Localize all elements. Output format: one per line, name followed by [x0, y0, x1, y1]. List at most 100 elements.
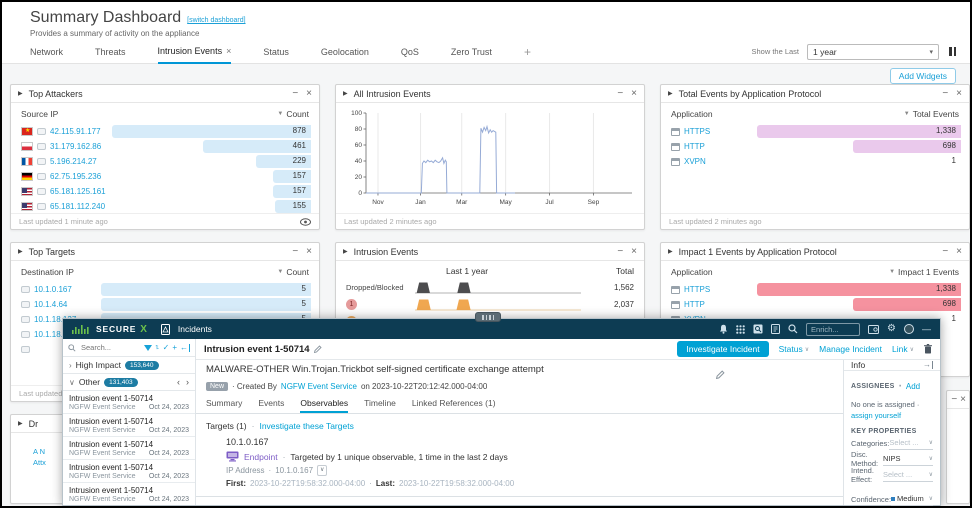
prev-page-icon[interactable]: ‹ — [177, 377, 180, 387]
tab-zero-trust[interactable]: Zero Trust — [451, 40, 492, 64]
table-row[interactable]: HTTPS 1,338 — [669, 283, 961, 296]
close-icon[interactable]: × — [631, 247, 637, 257]
close-icon[interactable]: × — [960, 395, 966, 405]
add-icon[interactable]: + — [172, 344, 177, 352]
trash-icon[interactable] — [924, 344, 932, 354]
expand-icon[interactable]: ▶ — [18, 248, 23, 255]
column-count[interactable]: Count — [286, 267, 309, 277]
close-icon[interactable]: × — [956, 89, 962, 99]
minimize-icon[interactable]: − — [617, 247, 623, 257]
manage-incident-link[interactable]: Manage Incident — [819, 344, 882, 354]
investigate-targets-link[interactable]: Investigate these Targets — [259, 421, 353, 431]
edit-pencil-icon[interactable] — [314, 345, 322, 353]
tab-network[interactable]: Network — [30, 40, 63, 64]
eye-icon[interactable] — [300, 218, 311, 226]
column-source-ip[interactable]: Source IP — [21, 109, 58, 119]
destination-ip-link[interactable]: 10.1.4.64 — [34, 300, 67, 309]
application-link[interactable]: HTTPS — [684, 285, 710, 294]
sort-icon[interactable]: ↑↓ — [155, 344, 158, 351]
collapse-panel-icon[interactable]: ← — [180, 344, 190, 352]
application-link[interactable]: XVPN — [684, 157, 706, 166]
apps-grid-icon[interactable] — [736, 325, 745, 334]
categories-select[interactable]: Select ...∨ — [889, 437, 933, 450]
list-item[interactable]: Intrusion event 1-50714 NGFW Event Servi… — [63, 437, 195, 460]
source-ip-link[interactable]: 42.115.91.177 — [50, 127, 101, 136]
application-link[interactable]: HTTPS — [684, 127, 710, 136]
column-destination-ip[interactable]: Destination IP — [21, 267, 74, 277]
table-row[interactable]: 62.75.195.236 157 — [19, 170, 311, 183]
source-ip-link[interactable]: 65.181.125.161 — [50, 187, 106, 196]
intend-effect-select[interactable]: Select ...∨ — [883, 469, 933, 482]
group-high-impact[interactable]: › High Impact 153,640 — [63, 357, 195, 374]
table-row[interactable]: XVPN 1 — [669, 155, 961, 168]
expand-icon[interactable]: ▶ — [668, 90, 673, 97]
table-row[interactable]: HTTP 698 — [669, 140, 961, 153]
switch-dashboard-link[interactable]: [switch dashboard] — [187, 17, 245, 24]
tab-threats[interactable]: Threats — [95, 40, 126, 64]
table-row[interactable]: 10.1.0.167 5 — [19, 283, 311, 296]
observable-actions-dropdown[interactable]: ∨ — [317, 465, 327, 476]
tab-intrusion-events[interactable]: Intrusion Events × — [158, 40, 232, 64]
search-input[interactable] — [79, 342, 141, 353]
close-icon[interactable]: × — [306, 89, 312, 99]
group-other[interactable]: ∨ Other 131,403 ‹› — [63, 374, 195, 391]
minimize-icon[interactable]: − — [617, 89, 623, 99]
created-by-link[interactable]: NGFW Event Service — [281, 382, 357, 391]
close-icon[interactable]: × — [956, 247, 962, 257]
close-tab-icon[interactable]: × — [226, 46, 231, 56]
close-icon[interactable]: × — [631, 89, 637, 99]
column-application[interactable]: Application — [671, 109, 713, 119]
table-row[interactable]: Dropped/Blocked 1,562 — [336, 279, 644, 296]
tab-geolocation[interactable]: Geolocation — [321, 40, 369, 64]
list-item[interactable]: Intrusion event 1-50714 NGFW Event Servi… — [63, 391, 195, 414]
tab-qos[interactable]: QoS — [401, 40, 419, 64]
expand-icon[interactable]: ▶ — [18, 420, 23, 427]
select-check-icon[interactable]: ✓ — [163, 344, 170, 352]
filter-icon[interactable] — [144, 345, 152, 351]
table-row[interactable]: 10.1.4.64 5 — [19, 298, 311, 311]
investigate-incident-button[interactable]: Investigate Incident — [677, 341, 768, 357]
tab-timeline[interactable]: Timeline — [364, 398, 396, 413]
endpoint-link[interactable]: Endpoint — [244, 452, 278, 462]
table-row[interactable]: 65.181.112.240 155 — [19, 200, 311, 213]
add-tab-button[interactable]: + — [524, 40, 531, 64]
table-row[interactable]: HTTPS 1,338 — [669, 125, 961, 138]
document-report-icon[interactable] — [771, 324, 780, 334]
column-impact1-events[interactable]: Impact 1 Events — [898, 267, 959, 277]
next-page-icon[interactable]: › — [186, 377, 189, 387]
list-item[interactable]: Intrusion event 1-50714 NGFW Event Servi… — [63, 460, 195, 483]
investigate-observables-link[interactable]: Investigate these Observables — [279, 504, 393, 508]
minimize-icon[interactable]: − — [292, 89, 298, 99]
status-dropdown[interactable]: Status∨ — [779, 344, 810, 354]
tab-status[interactable]: Status — [263, 40, 289, 64]
window-drag-handle[interactable] — [475, 312, 501, 322]
link-dropdown[interactable]: Link∨ — [892, 344, 914, 354]
table-row[interactable]: 42.115.91.177 878 — [19, 125, 311, 138]
expand-icon[interactable]: ▶ — [343, 248, 348, 255]
table-row[interactable]: 1 2,037 — [336, 296, 644, 313]
tab-linked-references[interactable]: Linked References (1) — [412, 398, 496, 413]
application-link[interactable]: HTTP — [684, 300, 705, 309]
avatar[interactable] — [904, 324, 914, 334]
destination-ip-link[interactable]: 10.1.0.167 — [34, 285, 72, 294]
list-item[interactable]: Intrusion event 1-50714 NGFW Event Servi… — [63, 483, 195, 505]
expand-icon[interactable]: ▶ — [343, 90, 348, 97]
collapse-panel-icon[interactable]: → — [923, 361, 933, 369]
gear-icon[interactable]: ⚙ — [887, 324, 896, 334]
minimize-icon[interactable]: − — [942, 89, 948, 99]
edit-pencil-icon[interactable] — [716, 370, 725, 379]
panel-search-icon[interactable] — [868, 325, 879, 334]
column-total-events[interactable]: Total Events — [913, 109, 959, 119]
source-ip-link[interactable]: 5.196.214.27 — [50, 157, 97, 166]
table-row[interactable]: 31.179.162.86 461 — [19, 140, 311, 153]
table-row[interactable]: 65.181.125.161 157 — [19, 185, 311, 198]
tab-summary[interactable]: Summary — [206, 398, 242, 413]
add-widgets-button[interactable]: Add Widgets — [890, 68, 956, 84]
pause-button[interactable] — [947, 45, 958, 58]
tab-observables[interactable]: Observables — [300, 398, 348, 413]
disc-method-select[interactable]: NIPS∨ — [883, 453, 933, 466]
minimize-window-icon[interactable]: — — [922, 325, 931, 334]
add-assignee-link[interactable]: Add — [906, 382, 920, 391]
source-ip-link[interactable]: 65.181.112.240 — [50, 202, 105, 211]
column-application[interactable]: Application — [671, 267, 713, 277]
